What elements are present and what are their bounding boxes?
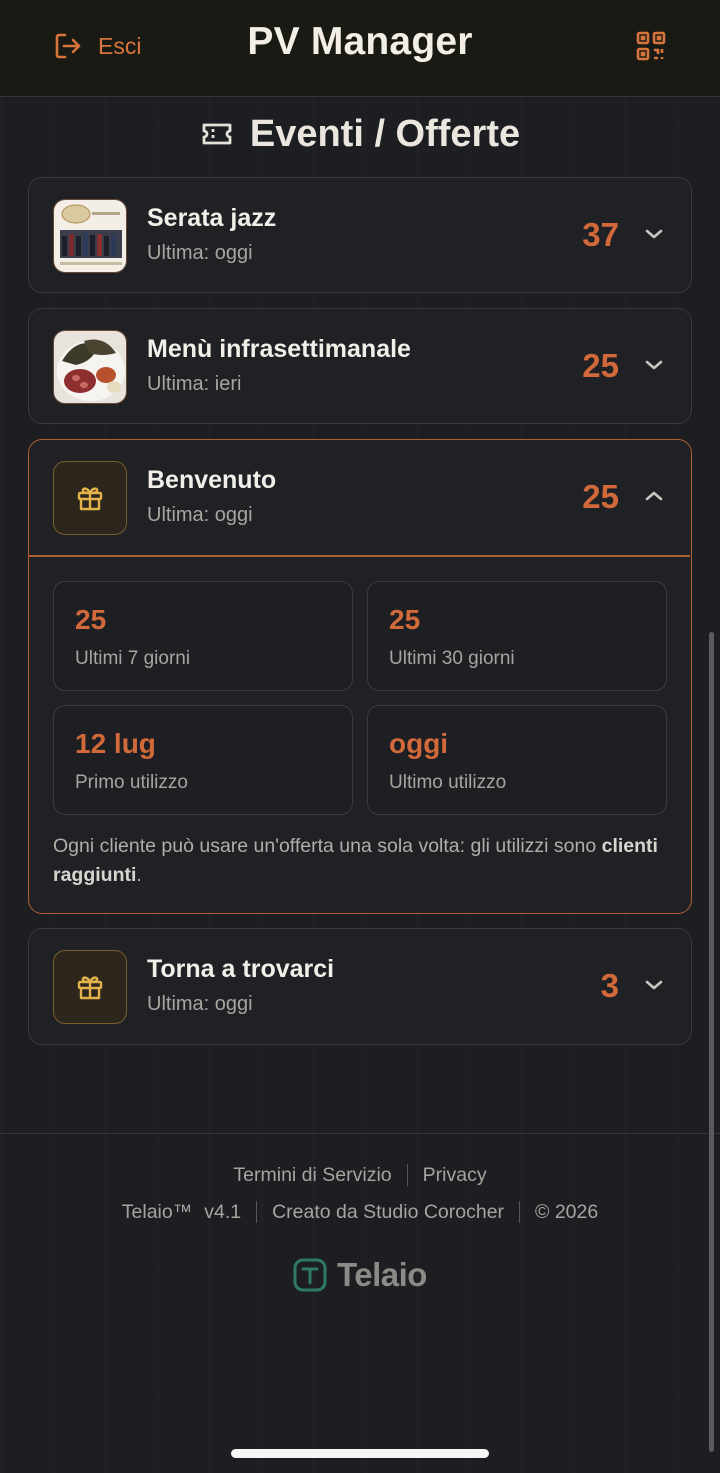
- copyright: © 2026: [535, 1200, 599, 1223]
- stat-value: 25: [389, 604, 421, 635]
- offer-name: Menù infrasettimanale: [147, 335, 411, 363]
- telaio-logo-icon: [293, 1258, 327, 1292]
- chevron-up-icon[interactable]: [643, 488, 665, 504]
- note-text: Ogni cliente può usare un'offerta una so…: [53, 835, 602, 857]
- offer-last-use: Ultima: oggi: [147, 504, 253, 526]
- info-separator: [519, 1201, 521, 1223]
- stat-last-30-days: 25 Ultimi 30 giorni: [367, 581, 667, 691]
- version-label: v4.1: [204, 1200, 242, 1223]
- stat-label: Ultimi 7 giorni: [75, 648, 191, 669]
- gift-icon: [53, 950, 127, 1024]
- offer-card-benvenuto[interactable]: Benvenuto Ultima: oggi 25 25 Ultimi 7 gi…: [28, 439, 692, 914]
- privacy-link[interactable]: Privacy: [423, 1164, 487, 1187]
- food-plate-thumbnail: [53, 330, 127, 404]
- info-separator: [256, 1201, 258, 1223]
- footer-divider: [0, 1133, 720, 1134]
- offer-card-serata-jazz[interactable]: Serata jazz Ultima: oggi 37: [28, 177, 692, 293]
- stat-value: 25: [75, 604, 107, 635]
- offer-last-use: Ultima: oggi: [147, 993, 253, 1015]
- telaio-logo[interactable]: Telaio: [0, 1256, 720, 1294]
- qr-code-button[interactable]: [634, 29, 668, 63]
- stat-label: Ultimi 30 giorni: [389, 648, 515, 669]
- offer-count: 25: [582, 478, 619, 515]
- card-divider: [29, 555, 690, 557]
- stat-last-use: oggi Ultimo utilizzo: [367, 705, 667, 815]
- stat-first-use: 12 lug Primo utilizzo: [53, 705, 353, 815]
- product-name: Telaio™: [121, 1200, 193, 1223]
- offer-card-torna-a-trovarci[interactable]: Torna a trovarci Ultima: oggi 3: [28, 928, 692, 1045]
- qr-code-icon: [636, 31, 666, 61]
- offer-name: Benvenuto: [147, 466, 277, 494]
- ticket-icon: [202, 123, 232, 145]
- stat-label: Ultimo utilizzo: [389, 772, 507, 793]
- offer-name: Serata jazz: [147, 204, 277, 232]
- terms-link[interactable]: Termini di Servizio: [233, 1164, 391, 1187]
- gift-icon: [53, 461, 127, 535]
- top-bar: Esci PV Manager: [0, 0, 720, 97]
- offer-count: 3: [600, 967, 619, 1004]
- stat-value: 12 lug: [75, 728, 156, 759]
- credit-link[interactable]: Creato da Studio Corocher: [272, 1201, 504, 1224]
- footer-legal-links: Termini di Servizio Privacy: [0, 1162, 720, 1188]
- scrollbar[interactable]: [709, 632, 714, 1452]
- jazz-event-thumbnail: [53, 199, 127, 273]
- offer-last-use: Ultima: oggi: [147, 242, 253, 264]
- footer-info: Telaio™ v4.1 Creato da Studio Corocher ©…: [0, 1199, 720, 1225]
- chevron-down-icon[interactable]: [643, 977, 665, 993]
- offer-count: 25: [582, 347, 619, 384]
- chevron-down-icon[interactable]: [643, 226, 665, 242]
- link-separator: [406, 1164, 408, 1186]
- offer-card-menu-infrasettimanale[interactable]: Menù infrasettimanale Ultima: ieri 25: [28, 308, 692, 424]
- offer-note: Ogni cliente può usare un'offerta una so…: [53, 832, 673, 890]
- stat-label: Primo utilizzo: [75, 772, 188, 793]
- brand-wordmark: Telaio: [337, 1256, 427, 1293]
- app-title: PV Manager: [247, 20, 473, 63]
- offer-last-use: Ultima: ieri: [147, 373, 242, 395]
- offer-count: 37: [582, 216, 619, 253]
- chevron-down-icon[interactable]: [643, 357, 665, 373]
- stat-last-7-days: 25 Ultimi 7 giorni: [53, 581, 353, 691]
- offer-name: Torna a trovarci: [147, 955, 335, 983]
- home-indicator[interactable]: [231, 1449, 489, 1458]
- section-header: Eventi / Offerte: [0, 108, 720, 160]
- section-title: Eventi / Offerte: [249, 112, 521, 155]
- stat-value: oggi: [389, 728, 449, 759]
- note-end: .: [136, 864, 142, 886]
